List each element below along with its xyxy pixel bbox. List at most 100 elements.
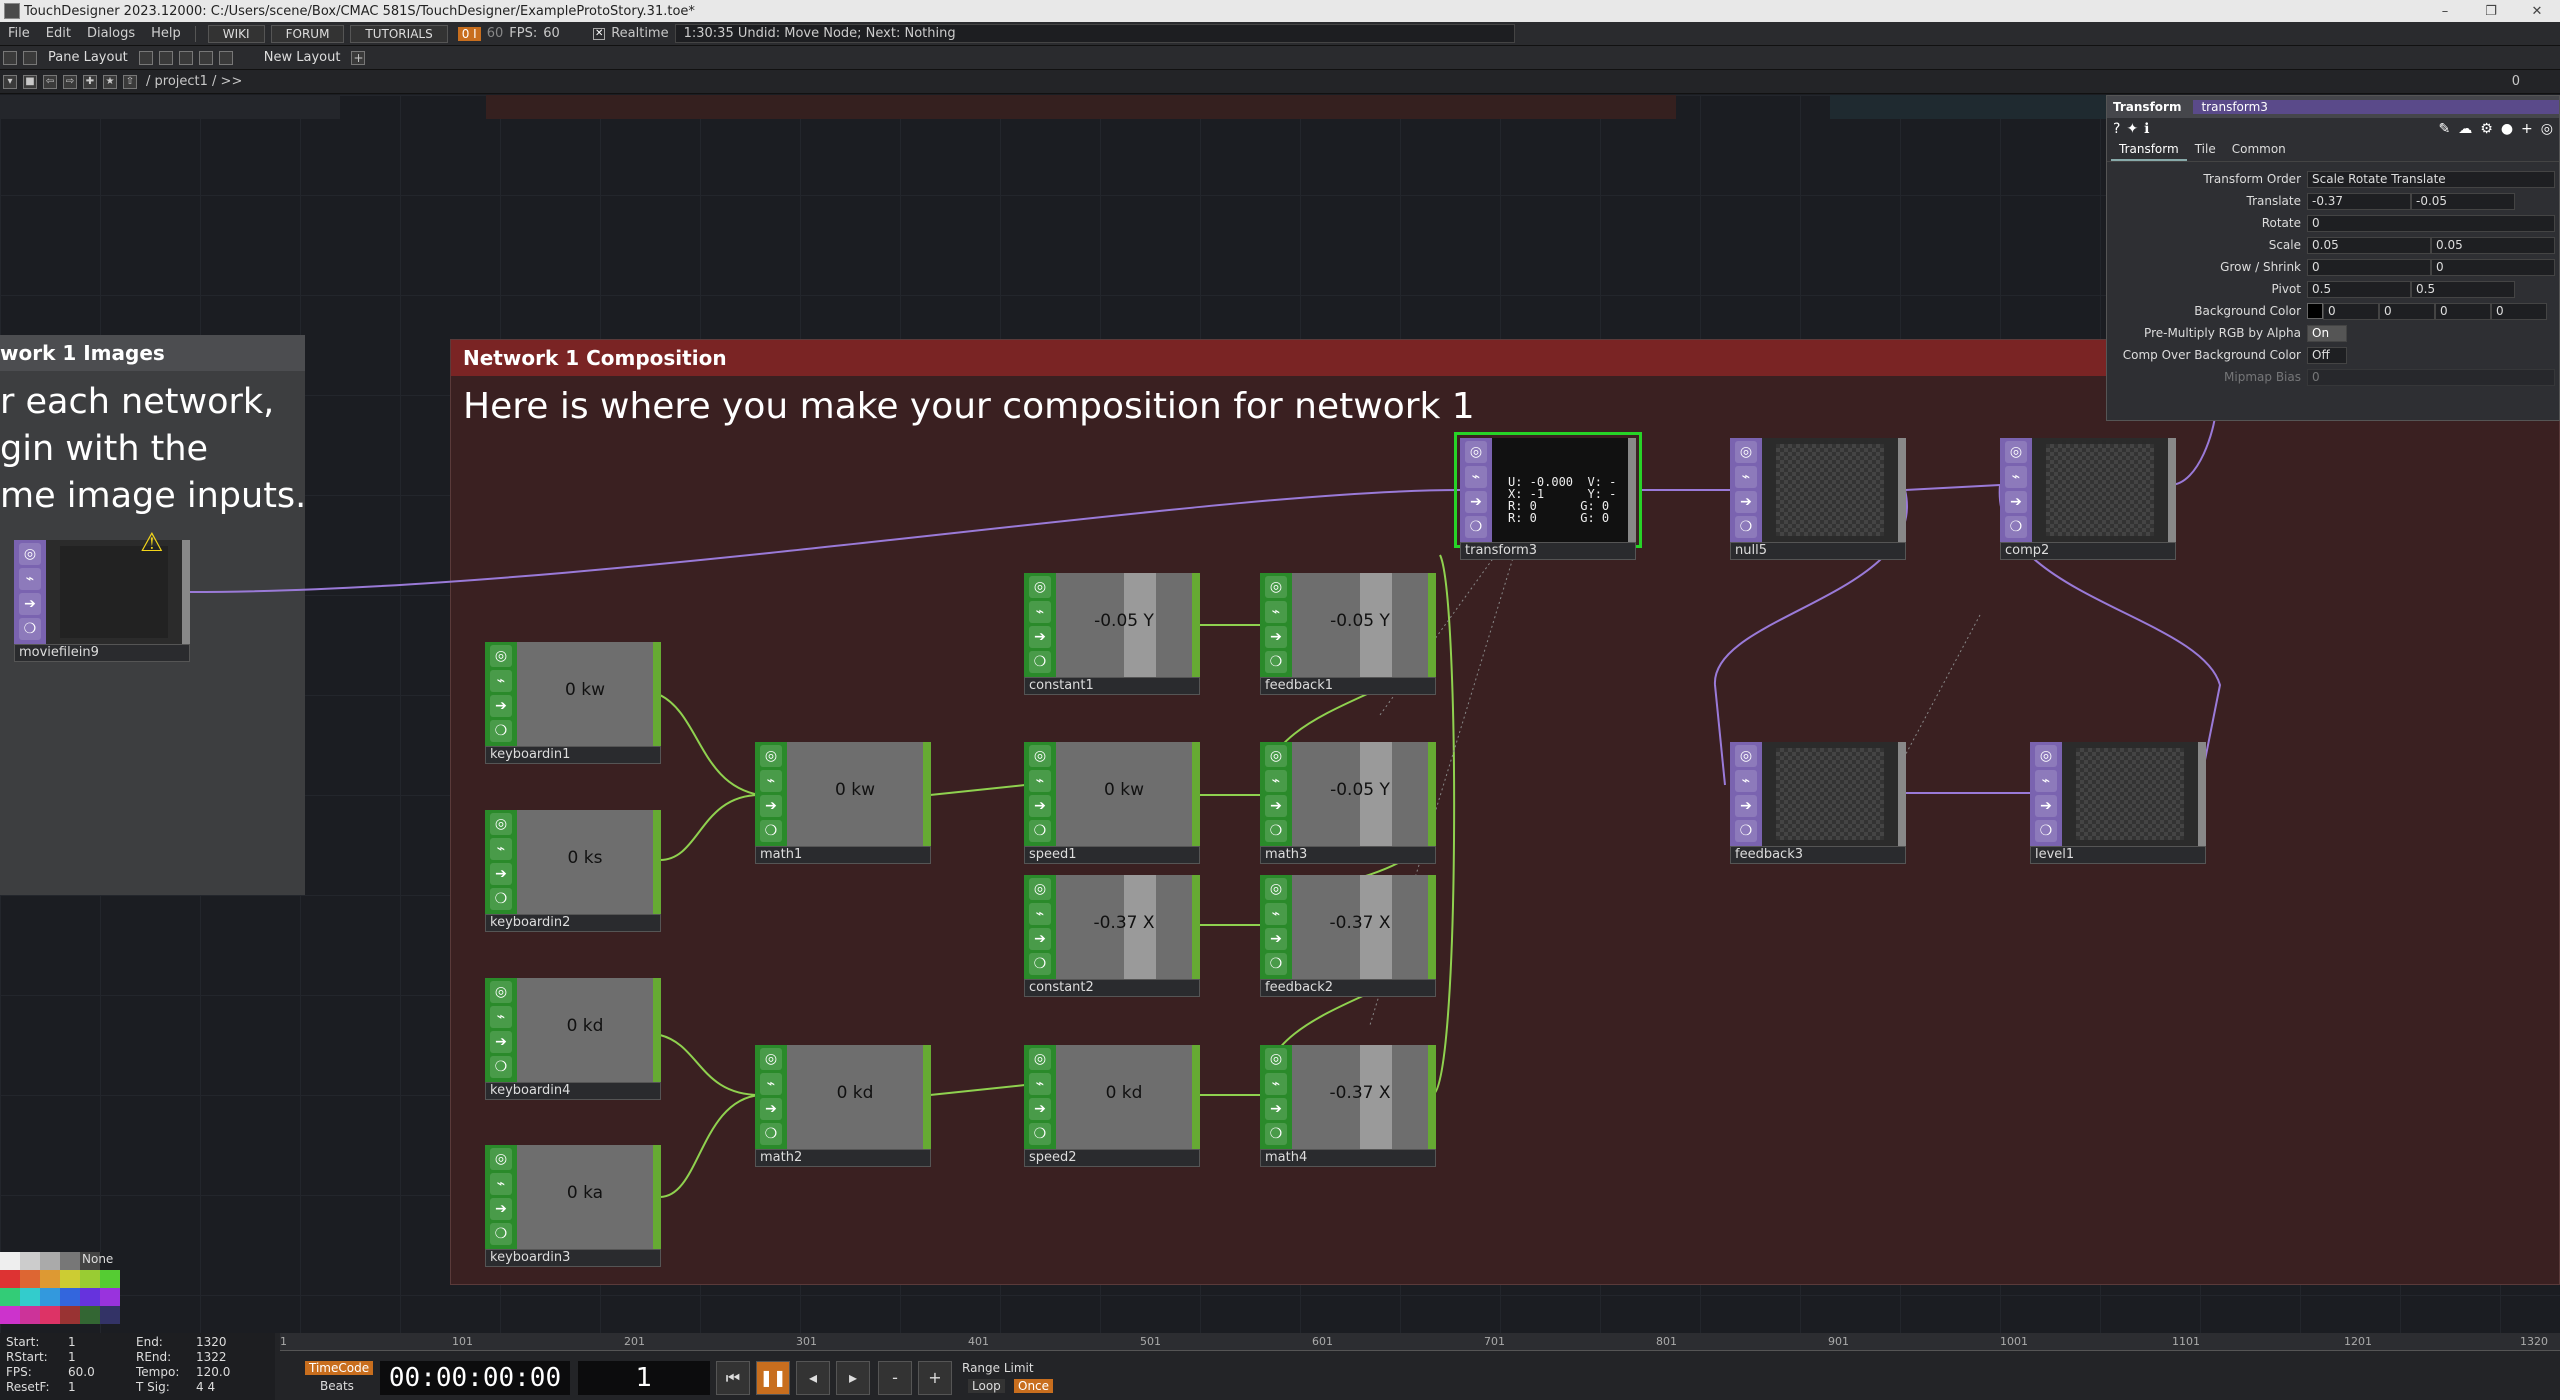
- bg-a-field[interactable]: 0: [2491, 302, 2547, 320]
- pane-icon[interactable]: [3, 50, 17, 65]
- viewer-icon[interactable]: ◎: [490, 813, 512, 835]
- viewer-icon[interactable]: ◎: [490, 1148, 512, 1170]
- viewer-icon[interactable]: ◎: [1465, 441, 1487, 463]
- display-icon[interactable]: ➔: [1265, 1098, 1287, 1120]
- bypass-icon[interactable]: ⌁: [1265, 1073, 1287, 1095]
- layout-quad-icon[interactable]: [218, 50, 233, 65]
- tab-transform[interactable]: Transform: [2111, 140, 2187, 161]
- layout-hsplit-icon[interactable]: [158, 50, 173, 65]
- help-icon[interactable]: ?: [2113, 121, 2120, 137]
- lock-icon[interactable]: ❍: [1265, 651, 1287, 673]
- tempo-value[interactable]: 120.0: [196, 1365, 230, 1380]
- bypass-icon[interactable]: ⌁: [490, 670, 512, 692]
- display-icon[interactable]: ➔: [490, 695, 512, 717]
- node-keyboardin4[interactable]: ◎ ⌁ ➔ ❍ 0 kd keyboardin4: [485, 978, 661, 1100]
- display-icon[interactable]: ➔: [490, 863, 512, 885]
- node-math2[interactable]: ◎ ⌁ ➔ ❍ 0 kd math2: [755, 1045, 931, 1167]
- lock-icon[interactable]: ❍: [1265, 953, 1287, 975]
- operator-name[interactable]: transform3: [2193, 100, 2559, 114]
- layout-triple-icon[interactable]: [198, 50, 213, 65]
- bg-g-field[interactable]: 0: [2379, 302, 2435, 320]
- viewer-icon[interactable]: ◎: [1735, 441, 1757, 463]
- node-level1[interactable]: ◎ ⌁ ➔ ❍ level1: [2030, 742, 2206, 864]
- restore-button[interactable]: ❐: [2468, 4, 2514, 19]
- display-icon[interactable]: ➔: [760, 1098, 782, 1120]
- node-speed2[interactable]: ◎ ⌁ ➔ ❍ 0 kd speed2: [1024, 1045, 1200, 1167]
- bypass-icon[interactable]: ⌁: [1265, 903, 1287, 925]
- mipmap-bias-field[interactable]: 0: [2307, 368, 2555, 386]
- bypass-icon[interactable]: ⌁: [760, 770, 782, 792]
- bypass-icon[interactable]: ⌁: [1735, 466, 1757, 488]
- start-value[interactable]: 1: [68, 1335, 76, 1350]
- bypass-icon[interactable]: ⌁: [1265, 601, 1287, 623]
- lock-icon[interactable]: ❍: [760, 1123, 782, 1145]
- comment-icon[interactable]: ☁: [2458, 121, 2472, 137]
- node-keyboardin2[interactable]: ◎ ⌁ ➔ ❍ 0 ks keyboardin2: [485, 810, 661, 932]
- node-constant2[interactable]: ◎ ⌁ ➔ ❍ -0.37 X constant2: [1024, 875, 1200, 997]
- python-icon[interactable]: ✦: [2126, 121, 2138, 137]
- edit-icon[interactable]: ✎: [2439, 121, 2451, 137]
- layout-vsplit-icon[interactable]: [178, 50, 193, 65]
- node-comp2[interactable]: ◎ ⌁ ➔ ❍ comp2: [2000, 438, 2176, 560]
- tsig-value[interactable]: 4 4: [196, 1380, 215, 1395]
- palette-none[interactable]: None: [82, 1252, 113, 1266]
- viewer-icon[interactable]: ◎: [1029, 745, 1051, 767]
- lock-icon[interactable]: ❍: [1265, 1123, 1287, 1145]
- bg-r-field[interactable]: 0: [2323, 302, 2379, 320]
- lock-icon[interactable]: ❍: [1265, 820, 1287, 842]
- menu-dialogs[interactable]: Dialogs: [79, 26, 143, 41]
- viewer-icon[interactable]: ◎: [1265, 576, 1287, 598]
- lock-icon[interactable]: ❍: [1029, 820, 1051, 842]
- forum-button[interactable]: FORUM: [270, 24, 345, 43]
- forward-icon[interactable]: ⇨: [63, 74, 77, 89]
- timeline-ruler[interactable]: 1 101 201 301 401 501 601 701 801 901 10…: [280, 1333, 2560, 1351]
- step-back-button[interactable]: ◂: [796, 1361, 830, 1395]
- lock-icon[interactable]: ❍: [1029, 1123, 1051, 1145]
- display-icon[interactable]: ➔: [2005, 491, 2027, 513]
- zoom-in-button[interactable]: +: [918, 1361, 952, 1395]
- rewind-button[interactable]: ⏮: [716, 1361, 750, 1395]
- lock-icon[interactable]: ❍: [490, 888, 512, 910]
- display-icon[interactable]: ➔: [1265, 626, 1287, 648]
- viewer-icon[interactable]: ◎: [2035, 745, 2057, 767]
- lock-icon[interactable]: ❍: [1735, 516, 1757, 538]
- viewer-icon[interactable]: ◎: [1735, 745, 1757, 767]
- timecode-display[interactable]: 00:00:00:00: [380, 1361, 570, 1395]
- translate-y-field[interactable]: -0.05: [2411, 192, 2515, 210]
- lock-icon[interactable]: ❍: [760, 820, 782, 842]
- fps-value[interactable]: 60.0: [68, 1365, 95, 1380]
- bypass-icon[interactable]: ⌁: [490, 1006, 512, 1028]
- lock-icon[interactable]: ❍: [490, 1223, 512, 1245]
- menu-file[interactable]: File: [0, 26, 38, 41]
- grow-x-field[interactable]: 0: [2307, 258, 2431, 276]
- display-icon[interactable]: ➔: [1735, 491, 1757, 513]
- display-icon[interactable]: ➔: [1029, 1098, 1051, 1120]
- viewer-icon[interactable]: ◎: [2005, 441, 2027, 463]
- node-moviefilein9[interactable]: ◎ ⌁ ➔ ❍ ⚠ moviefilein9: [14, 528, 190, 662]
- lock-icon[interactable]: ❍: [490, 1056, 512, 1078]
- close-button[interactable]: ✕: [2514, 4, 2560, 19]
- display-icon[interactable]: ➔: [19, 593, 41, 615]
- lock-icon[interactable]: ❍: [490, 720, 512, 742]
- grow-y-field[interactable]: 0: [2431, 258, 2555, 276]
- premultiply-toggle[interactable]: On: [2307, 324, 2347, 342]
- viewer-icon[interactable]: ◎: [1029, 878, 1051, 900]
- pause-button[interactable]: ❚❚: [756, 1361, 790, 1395]
- bypass-icon[interactable]: ⌁: [2005, 466, 2027, 488]
- bypass-icon[interactable]: ⌁: [1735, 770, 1757, 792]
- beats-mode-button[interactable]: Beats: [320, 1379, 354, 1393]
- resetf-value[interactable]: 1: [68, 1380, 76, 1395]
- back-icon[interactable]: ⇦: [43, 74, 57, 89]
- bypass-icon[interactable]: ⌁: [1265, 770, 1287, 792]
- target-icon[interactable]: ◎: [2541, 121, 2553, 137]
- rend-value[interactable]: 1322: [196, 1350, 227, 1365]
- parent-icon[interactable]: ⇧: [123, 74, 137, 89]
- lock-icon[interactable]: ❍: [1029, 651, 1051, 673]
- color-palette[interactable]: None: [0, 1252, 120, 1332]
- home-icon[interactable]: ✚: [83, 74, 97, 89]
- lock-icon[interactable]: ❍: [2005, 516, 2027, 538]
- viewer-icon[interactable]: ◎: [1265, 1048, 1287, 1070]
- rstart-value[interactable]: 1: [68, 1350, 76, 1365]
- frame-field[interactable]: 1: [578, 1361, 710, 1395]
- lock-icon[interactable]: ❍: [1029, 953, 1051, 975]
